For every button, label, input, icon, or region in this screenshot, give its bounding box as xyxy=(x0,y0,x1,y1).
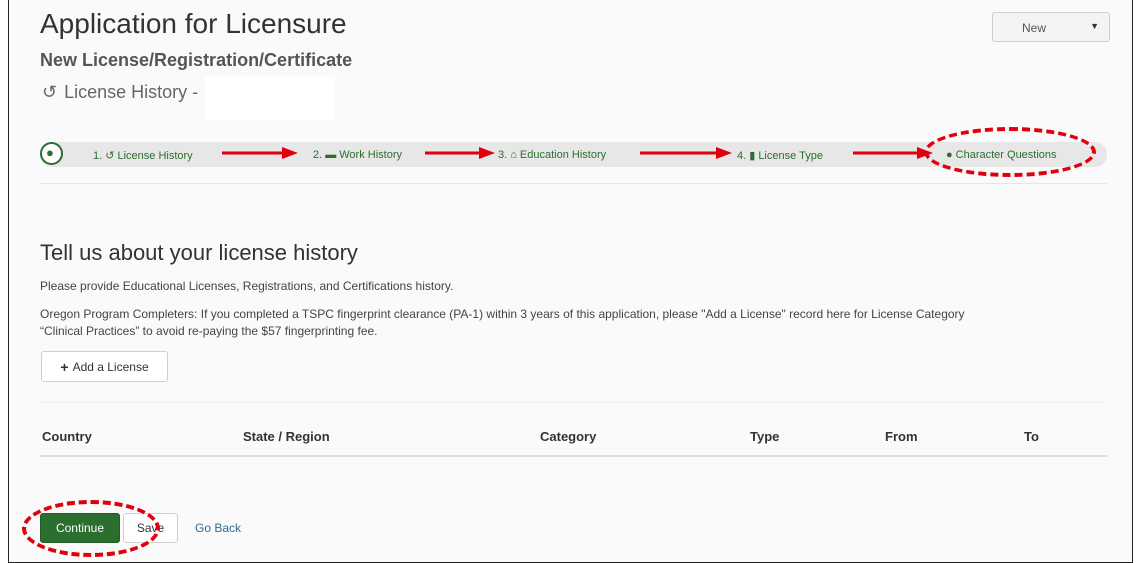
col-header-type: Type xyxy=(750,429,780,444)
step-license-history[interactable]: 1. ↺ License History xyxy=(93,149,193,162)
col-header-to: To xyxy=(1024,429,1039,444)
add-license-button[interactable]: + Add a License xyxy=(41,351,168,382)
col-header-category: Category xyxy=(540,429,597,444)
annotation-highlight-ellipse xyxy=(924,127,1096,177)
redacted-name xyxy=(205,76,335,120)
intro-text: Please provide Educational Licenses, Reg… xyxy=(40,279,454,293)
go-back-link[interactable]: Go Back xyxy=(195,521,241,535)
briefcase-icon: ▬ xyxy=(325,149,337,161)
history-icon: ↺ xyxy=(105,150,115,162)
application-type-select[interactable]: New ▼ xyxy=(992,12,1110,42)
annotation-arrow-icon xyxy=(425,147,495,159)
history-icon: ↺ xyxy=(42,82,58,102)
step-label: License Type xyxy=(758,150,823,162)
section-heading: Tell us about your license history xyxy=(40,240,358,265)
col-header-country: Country xyxy=(42,429,92,444)
section-header: ↺ License History - xyxy=(42,82,198,103)
add-license-label: Add a License xyxy=(72,359,149,374)
bookmark-icon: ▮ xyxy=(749,150,756,162)
step-education-history[interactable]: 3. ⌂ Education History xyxy=(498,149,606,161)
section-label: License History - xyxy=(64,82,199,102)
table-divider xyxy=(40,455,1107,457)
divider xyxy=(40,183,1107,184)
step-label: License History xyxy=(117,150,193,162)
page-title: Application for Licensure xyxy=(40,8,347,39)
user-icon: ● xyxy=(46,145,54,160)
note-text-line1: Oregon Program Completers: If you comple… xyxy=(40,307,965,321)
note-text-line2: “Clinical Practices” to avoid re-paying … xyxy=(40,324,378,338)
col-header-from: From xyxy=(885,429,918,444)
select-value: New xyxy=(1022,21,1047,35)
graduation-cap-icon: ⌂ xyxy=(510,149,517,161)
chevron-down-icon: ▼ xyxy=(1090,21,1099,31)
page-subtitle: New License/Registration/Certificate xyxy=(40,50,353,70)
annotation-highlight-ellipse xyxy=(22,500,160,557)
plus-icon: + xyxy=(60,358,69,375)
step-label: Work History xyxy=(339,149,402,161)
step-work-history[interactable]: 2. ▬ Work History xyxy=(313,149,402,161)
annotation-arrow-icon xyxy=(222,147,298,159)
progress-start-marker: ● xyxy=(40,142,63,165)
col-header-state: State / Region xyxy=(243,429,330,444)
divider xyxy=(40,402,1107,403)
annotation-arrow-icon xyxy=(853,147,933,159)
step-label: Education History xyxy=(519,149,607,161)
annotation-arrow-icon xyxy=(640,147,732,159)
step-license-type[interactable]: 4. ▮ License Type xyxy=(737,149,823,162)
